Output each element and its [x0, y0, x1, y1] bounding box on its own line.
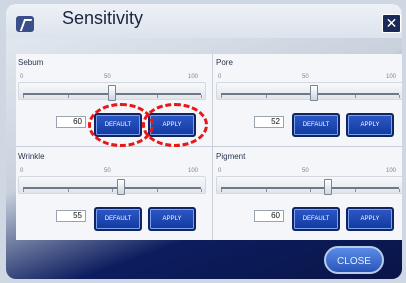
- apply-button[interactable]: APPLY: [346, 207, 394, 231]
- apply-button[interactable]: APPLY: [346, 113, 394, 137]
- slider-thumb[interactable]: [116, 179, 125, 195]
- value-field[interactable]: 60: [56, 116, 86, 128]
- scale-max: 100: [386, 168, 397, 174]
- slider-thumb[interactable]: [309, 85, 318, 101]
- dialog-title: Sensitivity: [62, 8, 144, 28]
- value-field[interactable]: 55: [56, 210, 86, 222]
- scale-min: 0: [218, 74, 222, 80]
- slider-thumb[interactable]: [108, 85, 116, 101]
- value-field[interactable]: 60: [254, 210, 284, 222]
- scale-mid: 50: [104, 74, 111, 80]
- panel-pigment: Pigment 0 50 100 60 DEFAULT APPLY: [214, 148, 402, 238]
- scale-max: 100: [386, 74, 397, 80]
- sensitivity-dialog: Sensitivity ✕ Sebum 0 50 100 60 DEFAULT …: [6, 4, 402, 279]
- slider-thumb[interactable]: [323, 179, 332, 195]
- default-button[interactable]: DEFAULT: [292, 113, 340, 137]
- panel-pore: Pore 0 50 100 52 DEFAULT APPLY: [214, 54, 402, 144]
- close-x-icon[interactable]: ✕: [382, 14, 401, 33]
- close-button[interactable]: CLOSE: [324, 246, 384, 274]
- default-button[interactable]: DEFAULT: [94, 207, 142, 231]
- scale-mid: 50: [104, 168, 111, 174]
- apply-button[interactable]: APPLY: [148, 207, 196, 231]
- default-button[interactable]: DEFAULT: [292, 207, 340, 231]
- scale-min: 0: [20, 74, 24, 80]
- dialog-header: Sensitivity ✕: [6, 4, 402, 38]
- app-logo-icon: [16, 16, 34, 32]
- scale-max: 100: [188, 168, 199, 174]
- panel-label: Wrinkle: [18, 152, 45, 161]
- value-field[interactable]: 52: [254, 116, 284, 128]
- sensitivity-slider[interactable]: [18, 176, 206, 195]
- panel-label: Pore: [216, 58, 233, 67]
- scale-min: 0: [20, 168, 24, 174]
- sensitivity-slider[interactable]: [216, 82, 402, 101]
- panel-divider: [212, 54, 213, 240]
- panel-divider: [16, 146, 402, 147]
- scale-max: 100: [188, 74, 199, 80]
- scale-mid: 50: [302, 74, 309, 80]
- sensitivity-panels: Sebum 0 50 100 60 DEFAULT APPLY Pore 0 5: [16, 54, 402, 240]
- panel-wrinkle: Wrinkle 0 50 100 55 DEFAULT APPLY: [16, 148, 206, 238]
- panel-label: Pigment: [216, 152, 246, 161]
- scale-mid: 50: [302, 168, 309, 174]
- sensitivity-slider[interactable]: [18, 82, 206, 101]
- panel-label: Sebum: [18, 58, 44, 67]
- scale-min: 0: [218, 168, 222, 174]
- sensitivity-slider[interactable]: [216, 176, 402, 195]
- highlight-circle: [142, 103, 208, 147]
